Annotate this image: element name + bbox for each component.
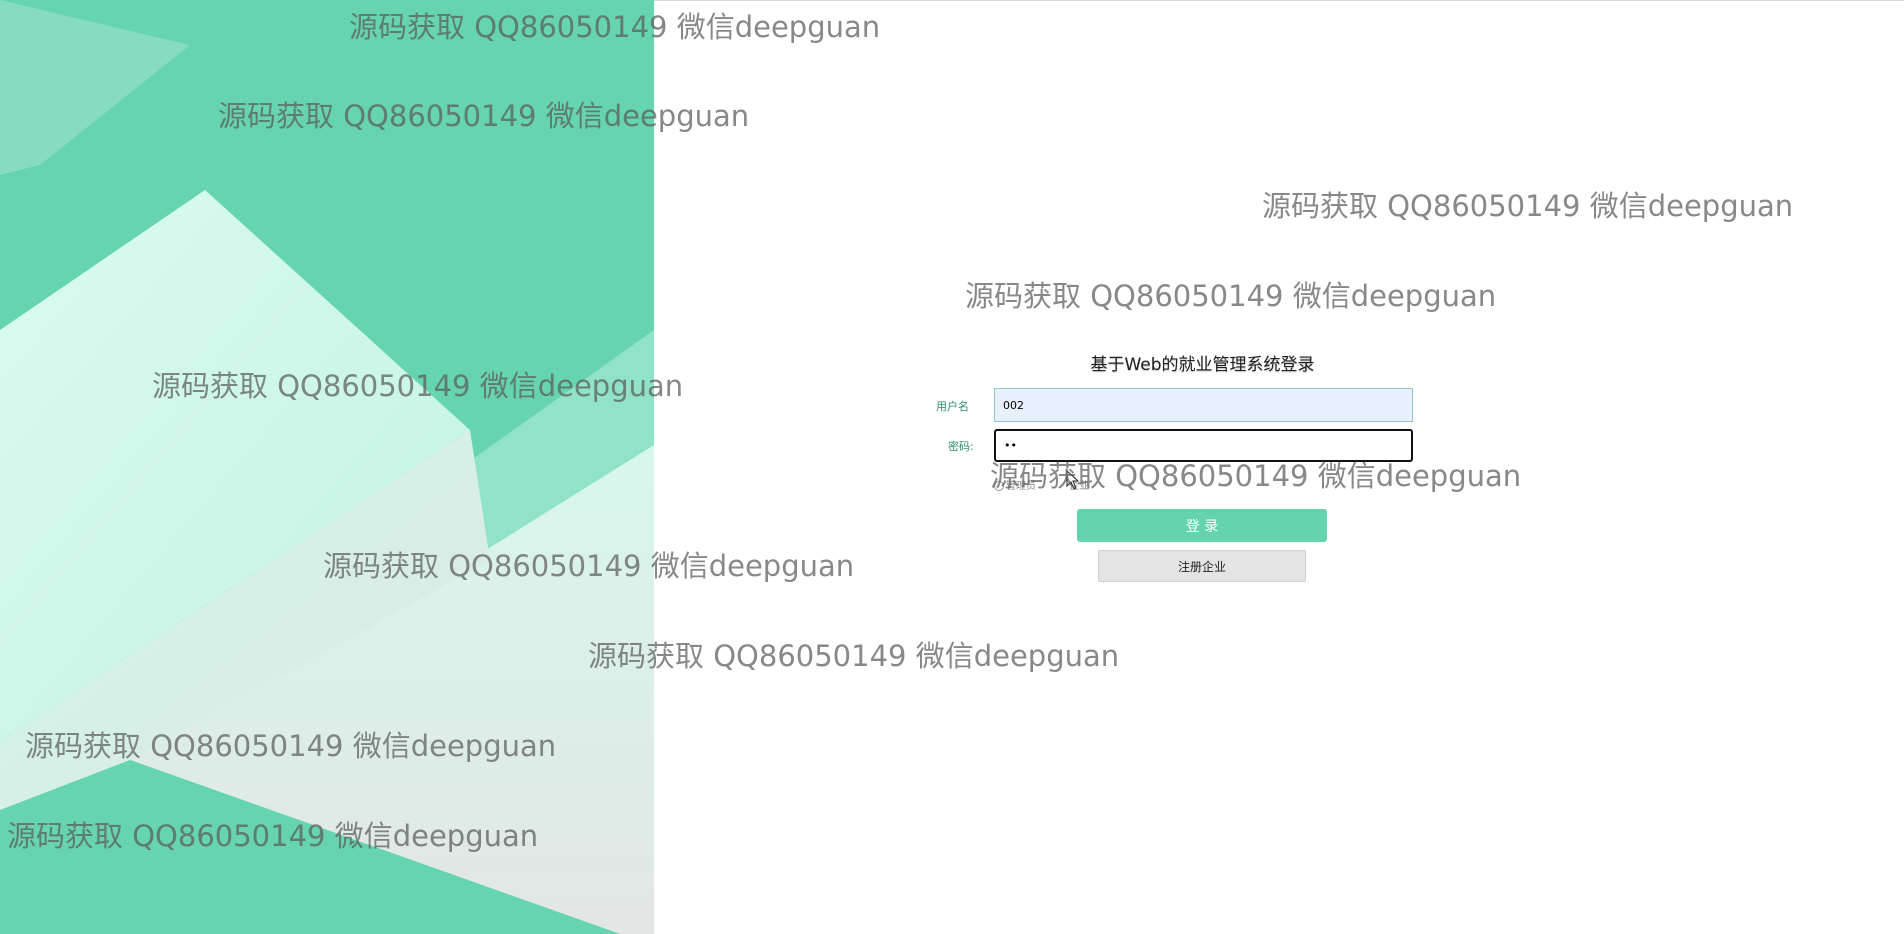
mouse-cursor-icon (1066, 470, 1080, 490)
username-input[interactable] (994, 388, 1413, 422)
watermark-text: 源码获取 QQ86050149 微信deepguan (1262, 189, 1794, 223)
decorative-background-panel (0, 0, 654, 934)
radio-icon[interactable] (994, 481, 1004, 491)
role-admin[interactable]: 管理员 (994, 481, 1036, 492)
register-company-button[interactable]: 注册企业 (1098, 550, 1306, 582)
username-label: 用户名 (936, 400, 969, 413)
watermark-text: 源码获取 QQ86050149 微信deepguan (588, 639, 1120, 673)
watermark-text: 源码获取 QQ86050149 微信deepguan (965, 279, 1497, 313)
login-button[interactable]: 登 录 (1077, 509, 1327, 542)
login-title: 基于Web的就业管理系统登录 (1090, 355, 1315, 375)
password-label: 密码: (948, 440, 974, 453)
password-input[interactable] (994, 429, 1413, 462)
login-form: 基于Web的就业管理系统登录 用户名 密码: 管理员 企业 登 录 注册企业 (936, 350, 1420, 590)
role-admin-label: 管理员 (1006, 481, 1036, 492)
